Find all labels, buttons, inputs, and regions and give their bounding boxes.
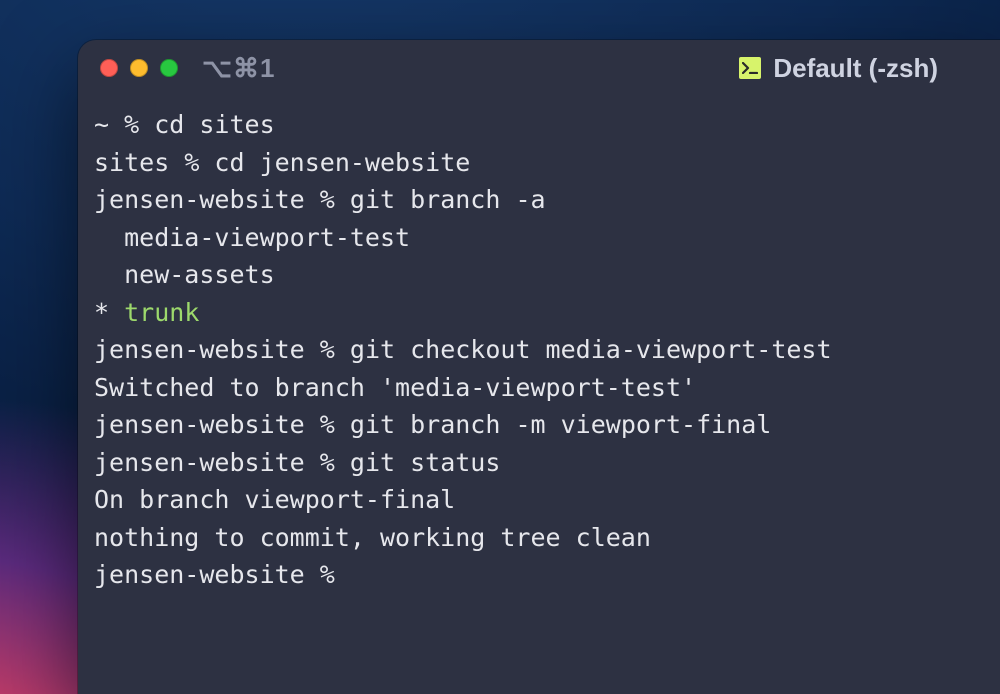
terminal-tab[interactable]: Default (-zsh) — [739, 53, 938, 84]
terminal-prompt-icon — [739, 57, 761, 79]
zoom-icon[interactable] — [160, 59, 178, 77]
terminal-line: jensen-website % git branch -m viewport-… — [94, 406, 984, 444]
terminal-window: ⌥⌘1 Default (-zsh) ~ % cd sitessites % c… — [78, 40, 1000, 694]
terminal-line: * trunk — [94, 294, 984, 332]
terminal-line: jensen-website % git checkout media-view… — [94, 331, 984, 369]
terminal-line: ~ % cd sites — [94, 106, 984, 144]
terminal-output[interactable]: ~ % cd sitessites % cd jensen-websitejen… — [78, 96, 1000, 694]
terminal-line: sites % cd jensen-website — [94, 144, 984, 182]
window-titlebar[interactable]: ⌥⌘1 Default (-zsh) — [78, 40, 1000, 96]
minimize-icon[interactable] — [130, 59, 148, 77]
terminal-line: new-assets — [94, 256, 984, 294]
terminal-line: jensen-website % — [94, 556, 984, 594]
close-icon[interactable] — [100, 59, 118, 77]
terminal-line: media-viewport-test — [94, 219, 984, 257]
terminal-line: On branch viewport-final — [94, 481, 984, 519]
pane-shortcut-label: ⌥⌘1 — [202, 53, 275, 84]
window-controls — [100, 59, 178, 77]
terminal-line: Switched to branch 'media-viewport-test' — [94, 369, 984, 407]
terminal-line: nothing to commit, working tree clean — [94, 519, 984, 557]
pane-shortcut-text: ⌥⌘1 — [202, 53, 275, 84]
terminal-line: jensen-website % git branch -a — [94, 181, 984, 219]
tab-title: Default (-zsh) — [773, 53, 938, 84]
terminal-line: jensen-website % git status — [94, 444, 984, 482]
